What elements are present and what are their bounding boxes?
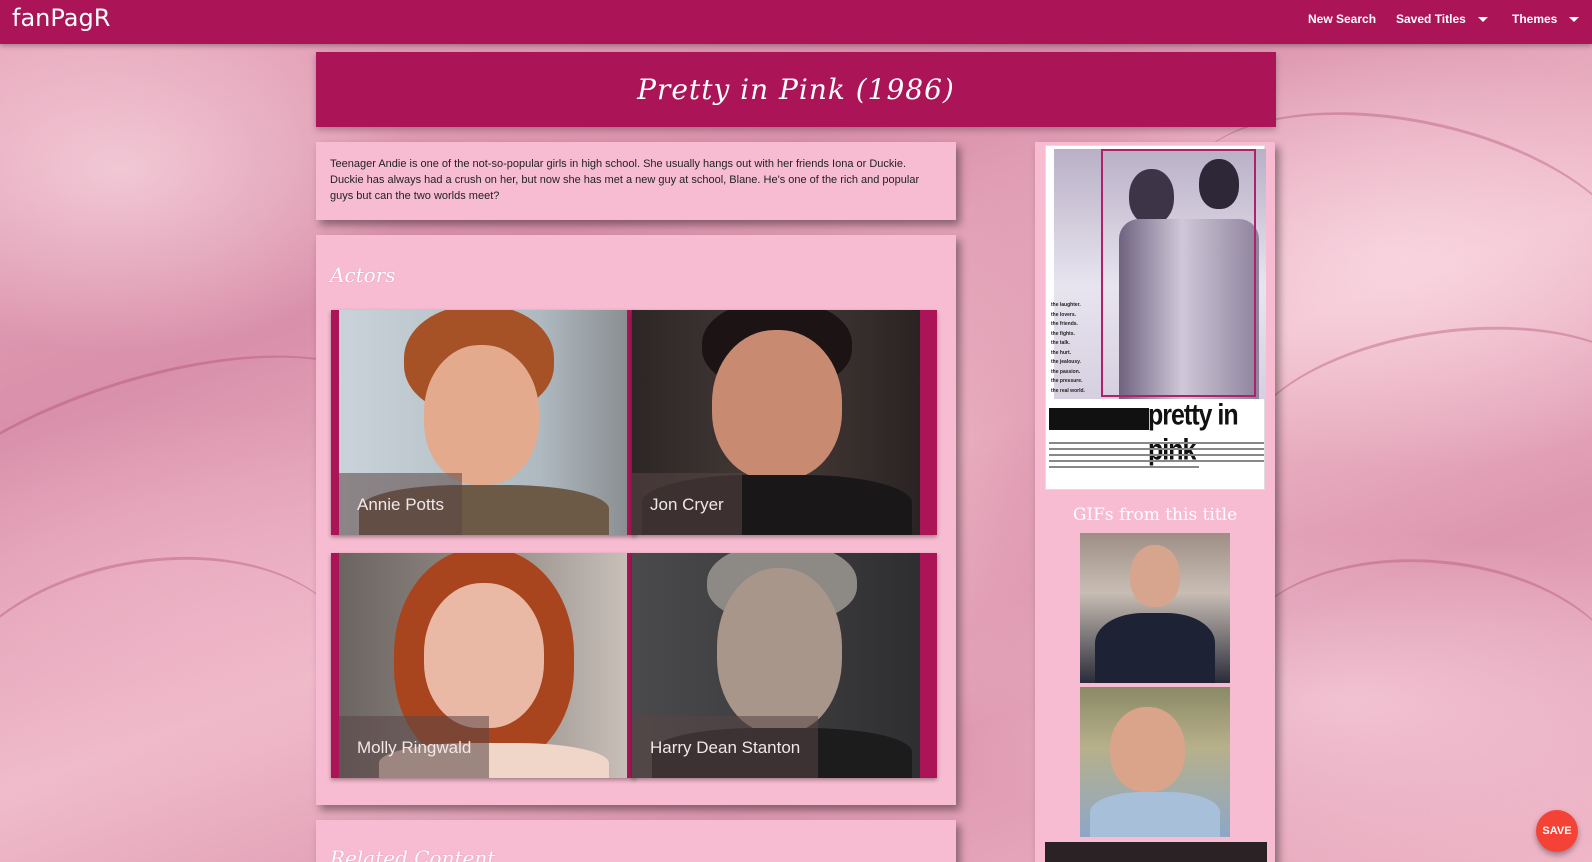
page-title: Pretty in Pink (1986) — [637, 73, 955, 106]
themes-dropdown[interactable]: Themes — [1512, 12, 1580, 26]
actor-face — [712, 330, 842, 480]
actor-name: Harry Dean Stanton — [632, 716, 819, 778]
tagline-line: the real world. — [1051, 387, 1085, 394]
gif-body — [1090, 792, 1220, 837]
new-search-link[interactable]: New Search — [1308, 12, 1376, 26]
tagline-line: the pressure. — [1051, 378, 1083, 384]
chevron-down-icon — [1477, 17, 1488, 23]
top-navbar: fanPagR New Search Saved Titles Themes — [0, 0, 1592, 44]
save-button[interactable]: SAVE — [1536, 810, 1578, 852]
gif-thumbnail[interactable] — [1080, 533, 1230, 683]
tagline-line: the passion. — [1051, 368, 1081, 375]
actor-card-harry-dean-stanton[interactable]: Harry Dean Stanton — [632, 553, 937, 778]
gif-body — [1095, 613, 1215, 683]
movie-poster: pretty in pink the laughter. the lovers.… — [1045, 145, 1266, 490]
background-petal — [1220, 543, 1592, 817]
tagline-line: the laughter. — [1051, 302, 1081, 308]
themes-label: Themes — [1512, 12, 1558, 26]
poster-bar — [1049, 408, 1149, 430]
gif-thumbnail[interactable] — [1080, 687, 1230, 837]
related-content-heading: Related Content — [330, 846, 496, 862]
poster-credits — [1049, 448, 1264, 450]
related-content-card: Related Content — [316, 820, 956, 862]
tagline-line: the fights. — [1051, 330, 1075, 337]
tagline-line: the jealousy. — [1051, 359, 1081, 365]
description-card: Teenager Andie is one of the not-so-popu… — [316, 142, 956, 220]
background-petal — [1228, 301, 1592, 559]
poster-credits — [1049, 454, 1264, 456]
tagline-line: the hurt. — [1051, 349, 1071, 356]
tagline-line: the friends. — [1051, 321, 1078, 327]
actor-face — [717, 568, 842, 733]
actors-card: Actors Annie Potts Jon Cryer Molly Ringw… — [316, 235, 956, 805]
saved-titles-dropdown[interactable]: Saved Titles — [1396, 12, 1488, 26]
title-banner: Pretty in Pink (1986) — [316, 52, 1276, 127]
chevron-down-icon — [1569, 17, 1580, 23]
sidebar-card: pretty in pink the laughter. the lovers.… — [1035, 142, 1275, 862]
actor-card-molly-ringwald[interactable]: Molly Ringwald — [331, 553, 636, 778]
poster-credits — [1049, 460, 1264, 462]
plot-description: Teenager Andie is one of the not-so-popu… — [330, 158, 920, 202]
actor-name: Annie Potts — [339, 473, 462, 535]
saved-titles-label: Saved Titles — [1396, 12, 1466, 26]
poster-title: pretty in pink — [1148, 398, 1239, 466]
gif-thumbnail[interactable] — [1045, 842, 1267, 862]
tagline-line: the talk. — [1051, 340, 1070, 346]
poster-credits — [1049, 466, 1199, 468]
actor-card-jon-cryer[interactable]: Jon Cryer — [632, 310, 937, 535]
actor-card-annie-potts[interactable]: Annie Potts — [331, 310, 636, 535]
actor-name: Molly Ringwald — [339, 716, 490, 778]
actor-face — [424, 583, 544, 728]
gif-face — [1110, 707, 1185, 792]
tagline-line: the lovers. — [1051, 311, 1077, 318]
actors-heading: Actors — [330, 263, 396, 287]
gif-face — [1130, 545, 1180, 607]
actor-face — [424, 345, 539, 485]
poster-credits — [1049, 442, 1264, 444]
brand-logo[interactable]: fanPagR — [12, 4, 110, 32]
actor-name: Jon Cryer — [632, 473, 742, 535]
poster-tagline: the laughter. the lovers. the friends. t… — [1051, 301, 1085, 396]
poster-frame — [1101, 149, 1256, 397]
gifs-heading: GIFs from this title — [1072, 505, 1238, 525]
